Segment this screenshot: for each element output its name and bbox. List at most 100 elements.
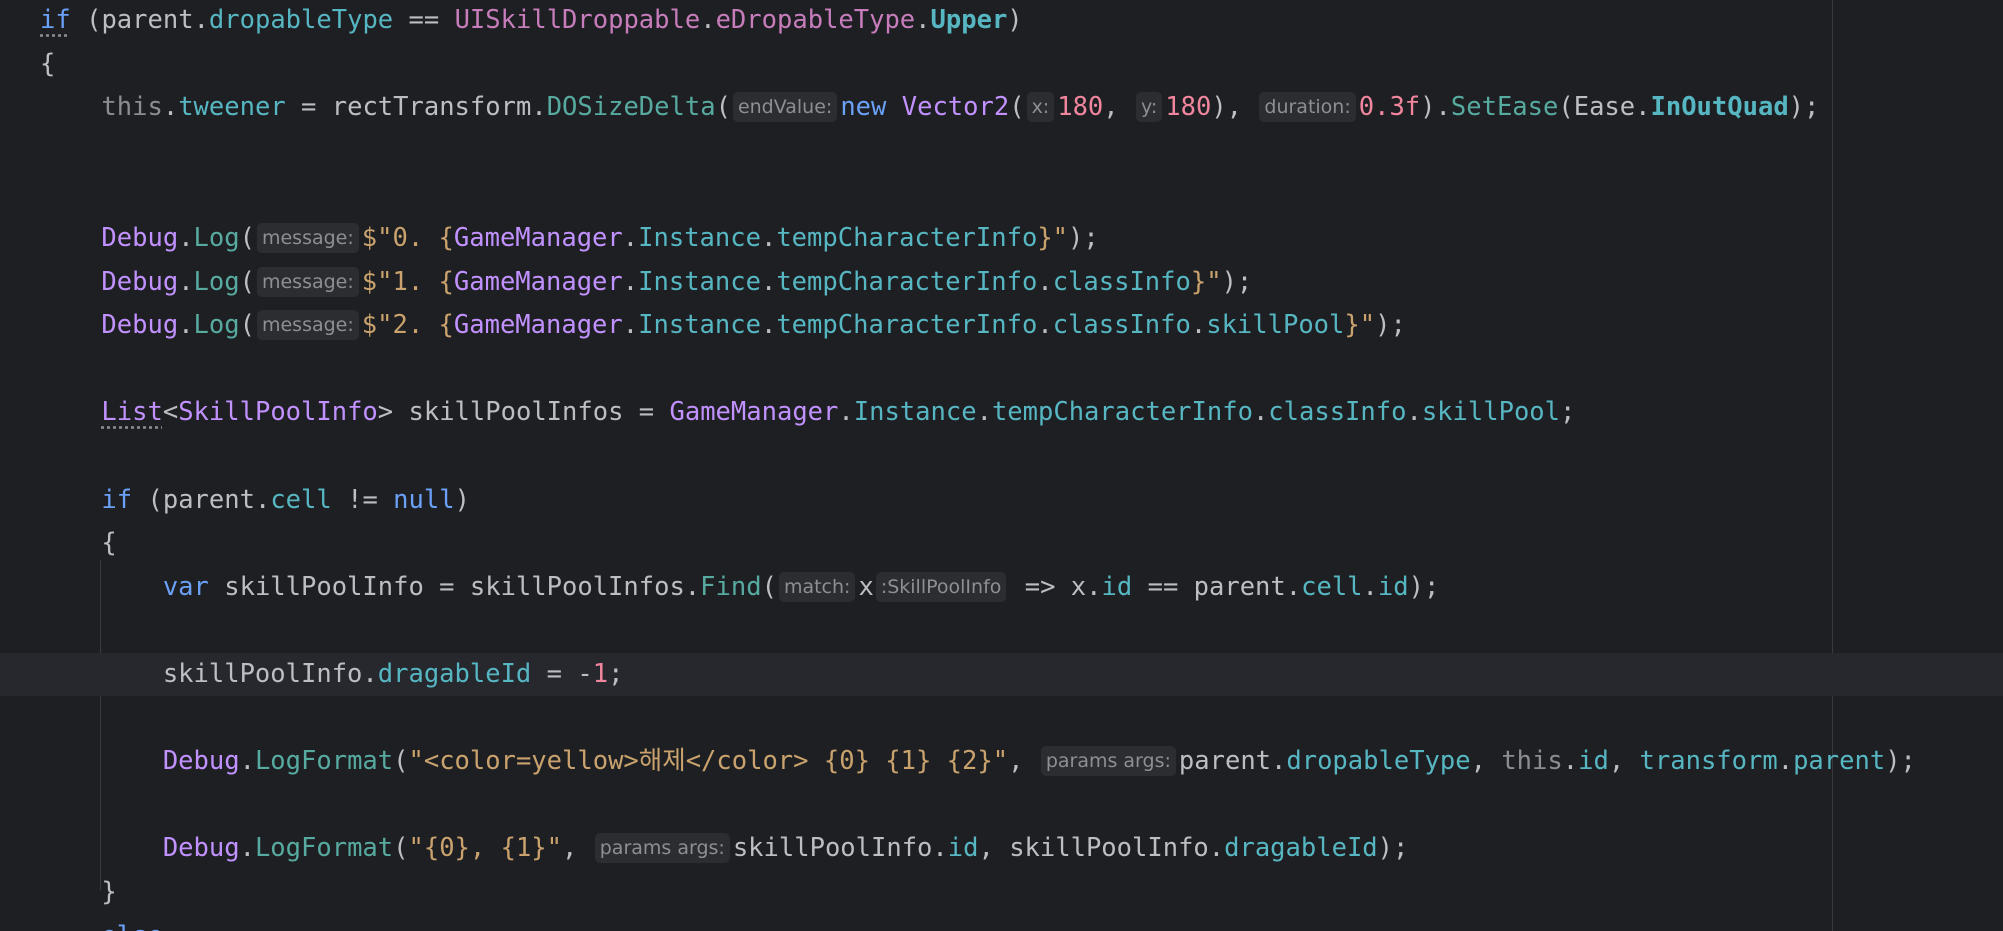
code-token: ==: [393, 5, 455, 35]
parameter-hint: y:: [1136, 92, 1163, 123]
code-token: id: [1101, 571, 1133, 602]
code-line[interactable]: [0, 130, 2003, 173]
code-token: .: [178, 266, 194, 297]
code-line[interactable]: {: [0, 43, 2003, 86]
code-token: Instance: [853, 397, 977, 428]
code-line[interactable]: [0, 348, 2003, 391]
code-token: skillPoolInfo = skillPoolInfos.: [208, 571, 701, 602]
code-token: dropableType: [1286, 746, 1471, 777]
code-token: .: [193, 5, 209, 35]
code-line[interactable]: {: [0, 522, 2003, 565]
code-token: GameManager: [669, 397, 839, 428]
code-line[interactable]: Debug.Log(message: $"1. {GameManager.Inst…: [0, 261, 2003, 304]
code-token: id: [1377, 571, 1409, 602]
code-token: .: [1037, 310, 1053, 341]
code-token: $"0. {: [361, 223, 454, 253]
code-line[interactable]: Debug.Log(message: $"2. {GameManager.Inst…: [0, 304, 2003, 347]
code-token: .: [622, 223, 639, 253]
code-token: $"1. {: [361, 266, 454, 297]
code-token: tweener: [178, 92, 286, 123]
code-token: Instance: [638, 266, 761, 297]
code-line[interactable]: [0, 697, 2003, 740]
code-token: == parent.: [1132, 571, 1302, 602]
code-token: parent: [101, 5, 194, 35]
code-token: (parent.: [132, 484, 271, 515]
code-token: 180: [1057, 92, 1104, 123]
code-token: tempCharacterInfo: [776, 310, 1038, 341]
code-token: tempCharacterInfo: [776, 266, 1038, 297]
code-line[interactable]: else: [0, 915, 2003, 931]
code-token: .: [1037, 266, 1053, 297]
code-token: if: [40, 5, 71, 35]
code-token: Log: [193, 310, 240, 341]
code-token: = -: [531, 659, 593, 689]
code-token: .: [1777, 746, 1794, 777]
code-line[interactable]: }: [0, 871, 2003, 914]
code-token: =: [285, 92, 332, 123]
code-token: LogFormat: [254, 746, 394, 777]
code-line[interactable]: [0, 784, 2003, 827]
code-token: "<color=yellow>해제</color> {0} {1} {2}": [408, 746, 1009, 777]
code-token: Debug: [162, 746, 240, 777]
code-token: .: [178, 310, 194, 341]
code-token: Ease: [1573, 92, 1636, 123]
code-token: skillPoolInfo.: [732, 833, 948, 864]
code-token: $"2. {: [361, 310, 454, 341]
code-line[interactable]: if (parent.dropableType == UISkillDroppa…: [0, 0, 2003, 42]
parameter-hint: endValue:: [732, 92, 838, 123]
code-line[interactable]: [0, 173, 2003, 216]
parameter-hint: x:: [1026, 92, 1055, 123]
code-line[interactable]: skillPoolInfo.dragableId = -1;: [0, 653, 2003, 696]
code-token: parent.: [1178, 746, 1287, 777]
code-token: Vector2: [901, 92, 1010, 123]
code-token: var: [162, 571, 209, 602]
parameter-hint: message:: [256, 266, 359, 297]
parameter-hint: params args:: [594, 833, 730, 864]
code-token: ,: [1008, 746, 1039, 777]
code-token: );: [1885, 746, 1916, 777]
code-token: .: [760, 223, 777, 253]
code-token: .: [976, 397, 992, 428]
code-token: UISkillDroppable: [454, 5, 701, 35]
code-token: rectTransform: [331, 92, 532, 123]
code-token: .: [1252, 397, 1269, 428]
code-token: ): [454, 484, 470, 515]
code-token: (: [239, 266, 255, 297]
code-token: }": [1190, 266, 1222, 297]
code-line[interactable]: this.tweener = rectTransform.DOSizeDelta…: [0, 86, 2003, 129]
code-token: Debug: [101, 310, 179, 341]
code-token: );: [1068, 223, 1099, 253]
code-line[interactable]: Debug.LogFormat("{0}, {1}", params args:…: [0, 827, 2003, 870]
code-token: (: [1558, 92, 1574, 123]
code-token: .: [700, 5, 716, 35]
code-token: );: [1375, 310, 1406, 341]
code-token: );: [1408, 571, 1440, 602]
code-token: }": [1344, 310, 1376, 341]
code-editor[interactable]: if (parent.dropableType == UISkillDroppa…: [0, 0, 2003, 931]
code-token: skillPool: [1206, 310, 1345, 341]
code-token: .: [760, 266, 777, 297]
code-token: Debug: [101, 266, 179, 297]
code-token: (: [393, 833, 409, 864]
code-token: .: [162, 92, 179, 123]
code-token: id: [947, 833, 979, 864]
code-token: .: [239, 833, 255, 864]
code-token: .: [760, 310, 777, 341]
code-line[interactable]: Debug.Log(message: $"0. {GameManager.Inst…: [0, 217, 2003, 260]
code-line[interactable]: if (parent.cell != null): [0, 479, 2003, 522]
code-token: {: [40, 48, 56, 79]
code-token: x: [858, 571, 874, 602]
code-line[interactable]: var skillPoolInfo = skillPoolInfos.Find(…: [0, 566, 2003, 609]
code-token: , skillPoolInfo.: [978, 833, 1225, 864]
code-line[interactable]: [0, 435, 2003, 478]
code-token: GameManager: [453, 310, 623, 341]
code-token: (: [239, 223, 255, 253]
code-token: InOutQuad: [1650, 92, 1789, 123]
code-line[interactable]: [0, 609, 2003, 652]
code-line[interactable]: List<SkillPoolInfo> skillPoolInfos = Gam…: [0, 391, 2003, 434]
code-token: classInfo: [1052, 266, 1191, 297]
code-line[interactable]: Debug.LogFormat("<color=yellow>해제</color…: [0, 740, 2003, 783]
code-token: cell: [1301, 571, 1363, 602]
